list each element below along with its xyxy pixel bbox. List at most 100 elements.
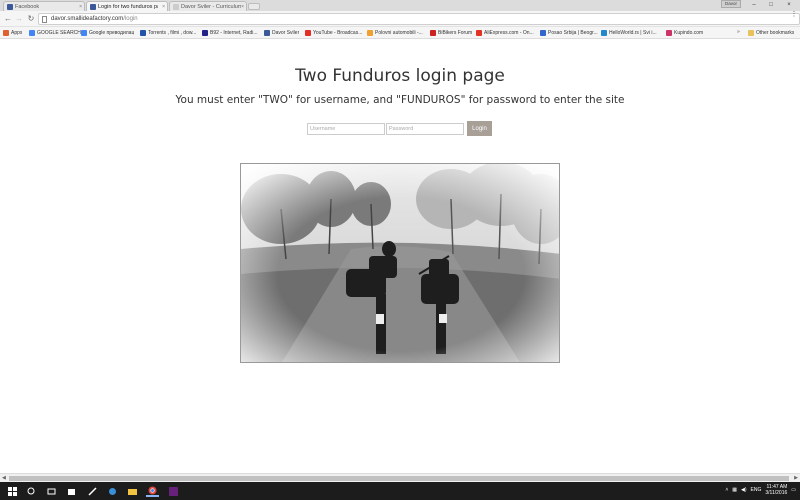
url-text: davor.smallideafactory.com/login [51,16,138,22]
scroll-right-icon[interactable]: ▶ [794,475,798,481]
bookmark-label: YouTube - Broadcas... [313,30,363,36]
tab-label: Davor Sviler - Curriculum [181,3,241,10]
shield-icon [430,30,436,36]
clock[interactable]: 11:47 AM 3/11/2016 [765,484,787,496]
system-tray: ˄ ▦ ◀) ENG 11:47 AM 3/11/2016 ▭ [725,484,796,496]
forward-button[interactable]: → [14,14,24,24]
briefcase-icon [540,30,546,36]
search-icon[interactable] [25,485,38,497]
maximize-button[interactable]: □ [763,0,779,10]
tab-facebook[interactable]: Facebook × [3,1,85,11]
page-instructions: You must enter "TWO" for username, and "… [175,94,625,106]
bookmark-label: BiBikers Forum [438,30,473,36]
login-button[interactable]: Login [467,121,492,136]
tab-curriculum[interactable]: Davor Sviler - Curriculum × [169,1,247,11]
document-icon [173,3,179,10]
motorcycles-photo [240,163,560,363]
bookmark-label: AliExpress.com - On... [484,30,534,36]
bookmarks-bar: Apps GOOGLE SEARCH Google преводилац Tor… [0,27,800,39]
visual-studio-icon[interactable] [167,485,180,497]
bookmark-label: Apps [11,30,23,36]
bookmark-bibikers[interactable]: BiBikers Forum [430,29,472,37]
bookmark-label: GOOGLE SEARCH [37,30,81,36]
bookmark-youtube[interactable]: YouTube - Broadcas... [305,29,362,37]
bookmark-google-translate[interactable]: Google преводилац [81,29,134,37]
facebook-icon [7,3,13,10]
apps-grid-icon [3,30,9,36]
snipping-tool-icon[interactable] [86,485,99,497]
youtube-icon [305,30,311,36]
bookmark-label: HelloWorld.rs | Svi i... [609,30,657,36]
minimize-button[interactable]: – [746,0,762,10]
reload-button[interactable]: ↻ [26,14,36,24]
clock-date: 3/11/2016 [765,490,788,496]
motorcycles-photo-illustration [241,164,559,362]
torrent-icon [140,30,146,36]
bookmark-aliexpress[interactable]: AliExpress.com - On... [476,29,534,37]
browser-titlebar: Facebook × Login for two funduros pa × D… [0,0,800,11]
bookmark-label: Torrents , filmi , dow... [148,30,197,36]
bookmark-label: Polovni automobili -... [375,30,423,36]
aliexpress-icon [476,30,482,36]
paint-icon[interactable] [106,485,119,497]
new-tab-button[interactable] [248,3,260,10]
page-favicon-icon [90,3,96,10]
windows-start-icon[interactable] [6,485,19,497]
back-button[interactable]: ← [3,14,13,24]
facebook-icon [264,30,270,36]
kupindo-icon [666,30,672,36]
url-host: davor.smallideafactory.com [51,15,124,22]
bookmark-label: Davor Sviler [272,30,300,36]
tab-label: Facebook [15,3,40,10]
tab-close-icon[interactable]: × [79,4,82,10]
car-icon [367,30,373,36]
user-profile-button[interactable]: Davor [721,0,741,8]
page-title: Two Funduros login page [295,66,505,86]
horizontal-scrollbar[interactable]: ◀ ▶ [0,473,800,482]
scroll-left-icon[interactable]: ◀ [2,475,6,481]
scrollbar-thumb[interactable] [9,476,789,481]
google-icon [29,30,35,36]
username-input[interactable] [307,122,385,135]
bookmark-label: Google преводилац [89,30,135,36]
bookmark-polovni[interactable]: Polovni automobili -... [367,29,423,37]
bookmark-kupindo[interactable]: Kupindo.com [666,29,703,37]
close-window-button[interactable]: × [781,0,797,10]
login-form: Login [307,121,492,136]
file-explorer-icon[interactable] [126,485,139,497]
helloworld-icon [601,30,607,36]
bookmark-label: Other bookmarks [756,30,795,36]
windows-taskbar: ˄ ▦ ◀) ENG 11:47 AM 3/11/2016 ▭ [0,482,800,500]
action-center-icon[interactable]: ▭ [791,487,796,493]
bookmark-apps[interactable]: Apps [3,29,22,37]
store-icon[interactable] [65,485,78,497]
page-content: Two Funduros login page You must enter "… [0,40,800,473]
google-icon [81,30,87,36]
tab-close-icon[interactable]: × [162,4,165,10]
browser-menu-icon[interactable]: ⋮ [790,11,798,18]
chrome-icon[interactable] [146,485,159,497]
tab-close-icon[interactable]: × [241,4,244,10]
bookmark-b92[interactable]: B92 - Internet, Radi... [202,29,258,37]
bookmark-helloworld[interactable]: HelloWorld.rs | Svi i... [601,29,657,37]
more-bookmarks-button[interactable]: » [737,29,740,35]
bookmark-torrents[interactable]: Torrents , filmi , dow... [140,29,196,37]
bookmark-posao[interactable]: Posao Srbija | Beogr... [540,29,598,37]
notification-chevron-icon[interactable]: ˄ [725,487,728,493]
network-icon[interactable]: ▦ [732,487,737,493]
task-view-icon[interactable] [45,485,58,497]
address-bar[interactable]: davor.smallideafactory.com/login ☆ [38,13,800,25]
volume-icon[interactable]: ◀) [741,487,747,493]
bookmark-google-search[interactable]: GOOGLE SEARCH [29,29,81,37]
bookmark-davor-sviler[interactable]: Davor Sviler [264,29,299,37]
password-input[interactable] [386,122,464,135]
bookmark-label: B92 - Internet, Radi... [210,30,258,36]
browser-toolbar: ← → ↻ davor.smallideafactory.com/login ☆… [0,11,800,27]
bookmark-other[interactable]: Other bookmarks [748,29,794,37]
tab-label: Login for two funduros pa [98,3,158,10]
folder-icon [748,30,754,36]
language-indicator[interactable]: ENG [751,487,762,493]
b92-icon [202,30,208,36]
tab-login[interactable]: Login for two funduros pa × [86,1,168,11]
bookmark-label: Posao Srbija | Beogr... [548,30,598,36]
